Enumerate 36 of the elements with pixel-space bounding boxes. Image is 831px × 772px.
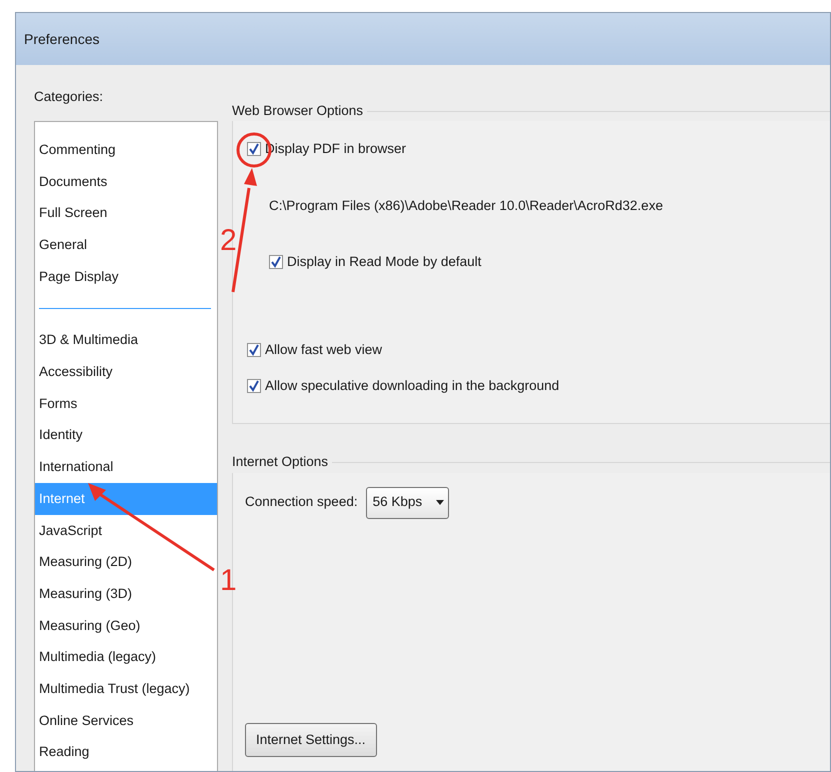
annotation-number: 1 (220, 566, 237, 596)
category-item[interactable]: Full Screen (35, 198, 217, 230)
category-item[interactable]: Documents (35, 166, 217, 198)
checkbox[interactable] (269, 254, 283, 269)
categories-label: Categories: (34, 88, 104, 106)
category-item[interactable]: Accessibility (35, 356, 217, 388)
category-item[interactable]: Page Display (35, 261, 217, 293)
file-path: C:\Program Files (x86)\Adobe\Reader 10.0\Reader\AcroRd32.exe (269, 196, 663, 215)
checkbox[interactable] (247, 379, 261, 394)
category-item[interactable]: Multimedia Trust (legacy) (35, 673, 217, 705)
checkbox-label[interactable]: Allow speculative downloading in the background (265, 376, 560, 396)
dropdown[interactable]: 56 Kbps (366, 486, 450, 518)
category-item[interactable]: Reading (35, 736, 217, 768)
category-item[interactable]: International (35, 451, 217, 484)
category-item[interactable]: 3D & Multimedia (35, 324, 217, 356)
internet-settings-button[interactable]: Internet Settings... (245, 722, 377, 757)
group-title: Web Browser Options (232, 102, 364, 120)
category-item[interactable]: Forms (35, 388, 217, 420)
checkbox[interactable] (247, 343, 261, 358)
category-item[interactable]: Measuring (Geo) (35, 610, 217, 642)
category-item[interactable]: General (35, 229, 217, 261)
category-item[interactable]: Online Services (35, 704, 217, 737)
category-item[interactable]: Identity (35, 420, 217, 452)
annotation-number: 2 (220, 226, 237, 256)
category-item[interactable]: JavaScript (35, 514, 217, 546)
caret-icon (436, 500, 444, 505)
checkbox-label[interactable]: Display in Read Mode by default (287, 252, 482, 272)
field-label: Connection speed: (245, 493, 358, 512)
category-item[interactable]: Measuring (2D) (35, 546, 217, 578)
group-title: Internet Options (232, 453, 328, 472)
checkbox-label[interactable]: Allow fast web view (265, 340, 382, 360)
window-title: Preferences (24, 30, 100, 48)
category-item[interactable]: Multimedia (legacy) (35, 642, 217, 674)
category-item[interactable]: Measuring (3D) (35, 578, 217, 610)
checkbox[interactable] (247, 142, 261, 156)
category-item[interactable]: Commenting (35, 134, 217, 166)
